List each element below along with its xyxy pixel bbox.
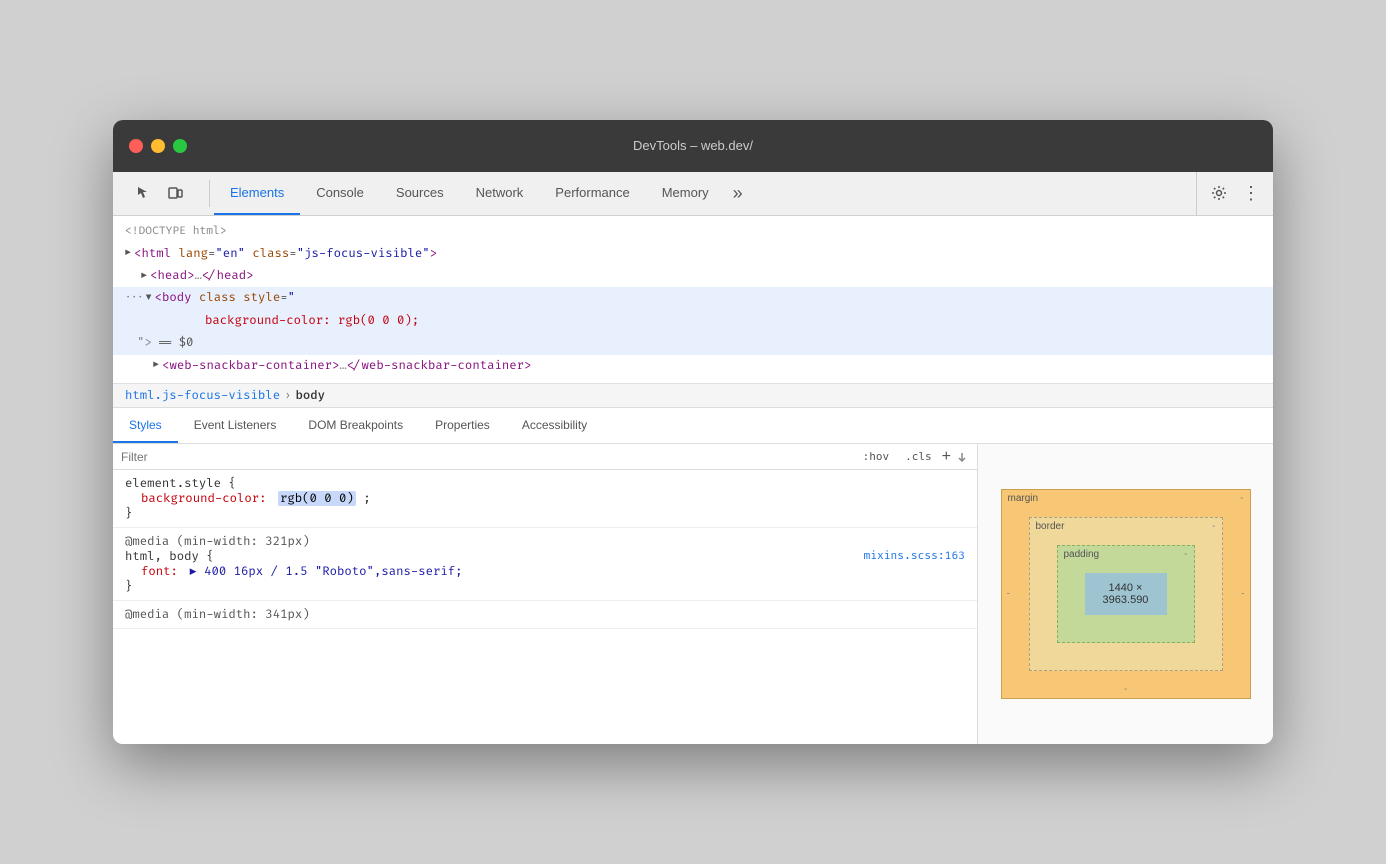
styles-tab-bar: Styles Event Listeners DOM Breakpoints P… xyxy=(113,408,1273,444)
breadcrumb-html[interactable]: html.js-focus-visible xyxy=(125,388,280,403)
dom-line-body-style[interactable]: background-color: rgb(0 0 0); xyxy=(113,310,1273,332)
tab-elements[interactable]: Elements xyxy=(214,172,300,215)
expand-head-icon[interactable]: ▶ xyxy=(141,268,147,285)
tab-dom-breakpoints[interactable]: DOM Breakpoints xyxy=(292,408,419,443)
minimize-button[interactable] xyxy=(151,139,165,153)
dom-line-html[interactable]: ▶ <html lang = "en" class = "js-focus-vi… xyxy=(113,243,1273,265)
css-rule-element-style: element.style { background-color: rgb(0 … xyxy=(113,470,977,528)
css-rule-media-html-body: @media (min-width: 321px) html, body { m… xyxy=(113,528,977,601)
css-panel: :hov .cls + element.style { xyxy=(113,444,978,744)
breadcrumb-body[interactable]: body xyxy=(295,388,325,403)
expand-snackbar-icon[interactable]: ▶ xyxy=(153,357,159,374)
padding-top-value: - xyxy=(1184,549,1187,560)
tab-network[interactable]: Network xyxy=(460,172,540,215)
box-dimensions: 1440 × 3963.590 xyxy=(1085,582,1167,606)
device-icon[interactable] xyxy=(161,179,189,207)
css-rules-panel: element.style { background-color: rgb(0 … xyxy=(113,470,977,744)
filter-input[interactable] xyxy=(121,450,853,464)
border-top-value: - xyxy=(1212,521,1215,532)
cls-button[interactable]: .cls xyxy=(899,448,938,465)
padding-label: padding xyxy=(1064,549,1100,560)
main-content: <!DOCTYPE html> ▶ <html lang = "en" clas… xyxy=(113,216,1273,744)
tab-bar: Elements Console Sources Network Perform… xyxy=(113,172,1273,216)
tab-memory[interactable]: Memory xyxy=(646,172,725,215)
css-rule-close-2: } xyxy=(125,579,965,594)
margin-right-value: - xyxy=(1241,589,1244,600)
expand-body-icon[interactable]: ▼ xyxy=(145,290,151,307)
dom-line-snackbar[interactable]: ▶ <web-snackbar-container> … </web-snack… xyxy=(113,355,1273,377)
filter-bar: :hov .cls + xyxy=(113,444,977,470)
more-tabs-icon[interactable]: » xyxy=(725,172,751,215)
expand-html-icon[interactable]: ▶ xyxy=(125,245,131,262)
margin-label: margin xyxy=(1008,493,1039,504)
margin-left-value: - xyxy=(1007,589,1010,600)
breadcrumb: html.js-focus-visible › body xyxy=(113,384,1273,408)
close-button[interactable] xyxy=(129,139,143,153)
css-selector-element-style[interactable]: element.style { xyxy=(125,476,965,491)
box-content: 1440 × 3963.590 xyxy=(1085,573,1167,615)
toolbar-icons xyxy=(121,172,197,215)
css-rule-close: } xyxy=(125,506,965,521)
maximize-button[interactable] xyxy=(173,139,187,153)
styles-content: :hov .cls + element.style { xyxy=(113,444,1273,744)
window-title: DevTools – web.dev/ xyxy=(633,138,753,153)
border-label: border xyxy=(1036,521,1065,532)
css-prop-background-color[interactable]: background-color: rgb(0 0 0) ; xyxy=(125,491,965,506)
tab-accessibility[interactable]: Accessibility xyxy=(506,408,603,443)
add-style-button[interactable]: + xyxy=(942,449,951,465)
tab-divider xyxy=(209,180,210,207)
toolbar-right: ⋮ xyxy=(1196,172,1265,215)
css-selector-html-body[interactable]: html, body { mixins.scss:163 xyxy=(125,549,965,564)
devtools-window: DevTools – web.dev/ Elements Console xyxy=(113,120,1273,744)
css-at-rule-media[interactable]: @media (min-width: 321px) xyxy=(125,534,965,549)
dom-line-head[interactable]: ▶ <head> … </head> xyxy=(113,265,1273,287)
tab-performance[interactable]: Performance xyxy=(539,172,645,215)
settings-icon[interactable] xyxy=(1205,179,1233,207)
css-rule-media-341: @media (min-width: 341px) xyxy=(113,601,977,629)
more-options-icon[interactable]: ⋮ xyxy=(1237,179,1265,207)
traffic-lights xyxy=(129,139,187,153)
filter-scroll-icon xyxy=(955,450,969,464)
css-prop-font[interactable]: font: ▶ 400 16px / 1.5 "Roboto",sans-ser… xyxy=(125,564,965,579)
dom-line-doctype[interactable]: <!DOCTYPE html> xyxy=(113,222,1273,243)
tab-properties[interactable]: Properties xyxy=(419,408,506,443)
dom-line-body-close[interactable]: "> == $0 xyxy=(113,332,1273,354)
tab-event-listeners[interactable]: Event Listeners xyxy=(178,408,293,443)
margin-bottom-value: - xyxy=(1124,684,1127,695)
margin-top-value: - xyxy=(1240,493,1243,504)
tab-styles[interactable]: Styles xyxy=(113,408,178,443)
dom-line-body[interactable]: ··· ▼ <body class style = " xyxy=(113,287,1273,309)
box-model-panel: margin - border - paddin xyxy=(978,444,1273,744)
box-model: margin - border - paddin xyxy=(1001,489,1251,699)
css-at-rule-media-341[interactable]: @media (min-width: 341px) xyxy=(125,607,965,622)
hov-button[interactable]: :hov xyxy=(857,448,896,465)
inspect-icon[interactable] xyxy=(129,179,157,207)
tab-console[interactable]: Console xyxy=(300,172,380,215)
css-source-link[interactable]: mixins.scss:163 xyxy=(863,550,965,563)
title-bar: DevTools – web.dev/ xyxy=(113,120,1273,172)
dom-panel: <!DOCTYPE html> ▶ <html lang = "en" clas… xyxy=(113,216,1273,384)
tab-sources[interactable]: Sources xyxy=(380,172,460,215)
